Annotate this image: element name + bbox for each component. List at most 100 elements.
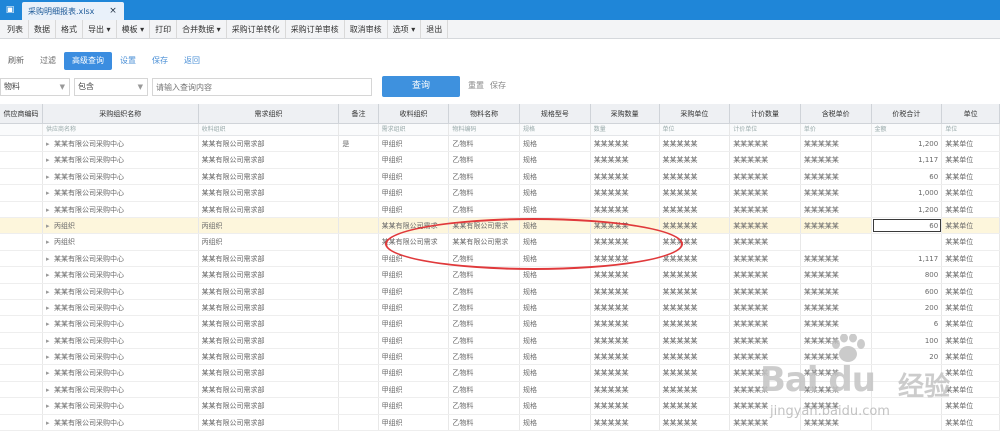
table-cell[interactable]: ▸ 某某有限公司采购中心 (43, 267, 199, 283)
table-cell[interactable]: 某某单位 (942, 152, 1000, 168)
table-cell[interactable]: 是 (339, 136, 379, 152)
table-cell[interactable]: 乙物料 (449, 398, 521, 414)
table-cell[interactable]: 某某某某某 (730, 365, 801, 381)
table-cell[interactable]: 某某某某某 (730, 250, 801, 267)
table-cell[interactable] (872, 365, 943, 381)
table-row[interactable]: ▸ 某某有限公司采购中心 某某有限公司需求部 甲组织 乙物料 规格 某某某某某 某某某某某 某某… (0, 267, 1000, 284)
table-cell[interactable]: 某某某某某 (801, 136, 872, 152)
table-cell[interactable] (339, 217, 379, 234)
table-cell[interactable]: 某某某某某 (660, 283, 731, 299)
table-cell[interactable] (872, 414, 943, 431)
toolbar-button[interactable]: 刷新 (0, 52, 32, 70)
table-cell[interactable] (339, 414, 379, 431)
table-cell[interactable] (872, 398, 943, 414)
table-cell[interactable]: 某某某某某 (591, 283, 660, 299)
table-cell[interactable]: 某某某某某 (730, 185, 801, 201)
table-cell[interactable]: 规格 (520, 201, 591, 217)
table-cell[interactable]: 某某某某某 (660, 250, 731, 267)
table-cell[interactable]: 某某有限公司需求部 (199, 201, 340, 217)
table-cell[interactable] (0, 349, 43, 365)
table-cell[interactable] (339, 349, 379, 365)
table-cell[interactable] (339, 365, 379, 381)
column-header[interactable]: 需求组织 (199, 104, 340, 123)
table-cell[interactable] (339, 332, 379, 349)
table-cell[interactable]: 某某某某某 (801, 381, 872, 398)
triangle-right-icon[interactable]: ▸ (46, 267, 54, 282)
menu-item[interactable]: 合并数据 ▾ (177, 19, 227, 39)
table-cell[interactable]: 乙物料 (449, 349, 521, 365)
table-cell[interactable] (872, 381, 943, 398)
table-cell[interactable]: 某某单位 (942, 398, 1000, 414)
table-cell[interactable]: ▸ 某某有限公司采购中心 (43, 185, 199, 201)
table-cell[interactable]: 某某单位 (942, 349, 1000, 365)
menu-item[interactable]: 导出 ▾ (83, 19, 117, 39)
menu-item[interactable]: 列表 (2, 19, 29, 39)
column-header[interactable]: 采购组织名称 (43, 104, 199, 123)
table-cell[interactable]: 某某某某某 (660, 185, 731, 201)
table-cell[interactable]: ▸ 丙组织 (43, 217, 199, 234)
table-cell[interactable]: 丙组织 (199, 234, 340, 250)
table-cell[interactable]: 规格 (520, 414, 591, 431)
table-cell[interactable] (0, 316, 43, 332)
triangle-right-icon[interactable]: ▸ (46, 185, 54, 200)
operator-select[interactable]: 包含 ▼ (74, 78, 148, 96)
table-cell[interactable] (339, 316, 379, 332)
table-cell[interactable]: 某某单位 (942, 168, 1000, 185)
table-cell[interactable]: 规格 (520, 316, 591, 332)
table-row[interactable]: ▸ 某某有限公司采购中心 某某有限公司需求部 甲组织 乙物料 规格 某某某某某 某某某某某 某某… (0, 152, 1000, 169)
table-cell[interactable]: 1,000 (872, 185, 943, 201)
table-cell[interactable]: 某某某某某 (801, 201, 872, 217)
table-cell[interactable] (339, 398, 379, 414)
table-cell[interactable]: 某某某某某 (660, 332, 731, 349)
table-cell[interactable]: 某某某某某 (660, 299, 731, 316)
table-cell[interactable]: 甲组织 (379, 332, 450, 349)
table-cell[interactable]: 某某某某某 (730, 398, 801, 414)
table-cell[interactable]: 某某有限公司需求 (379, 217, 450, 234)
table-cell[interactable]: 20 (872, 349, 943, 365)
table-row[interactable]: ▸ 某某有限公司采购中心 某某有限公司需求部 甲组织 乙物料 规格 某某某某某 某某某某某 某某… (0, 316, 1000, 333)
table-cell[interactable]: 某某有限公司需求部 (199, 185, 340, 201)
table-cell[interactable]: 某某某某某 (660, 381, 731, 398)
table-cell[interactable]: 某某某某某 (730, 267, 801, 283)
system-menu-icon[interactable]: ▣ (0, 2, 20, 18)
table-cell[interactable]: 某某某某某 (660, 267, 731, 283)
document-tab[interactable]: 采购明细报表.xlsx × (22, 2, 124, 20)
triangle-right-icon[interactable]: ▸ (46, 284, 54, 299)
menu-item[interactable]: 打印 (150, 19, 178, 39)
table-cell[interactable]: 规格 (520, 217, 591, 234)
toolbar-button[interactable]: 保存 (144, 52, 176, 70)
toolbar-button[interactable]: 高级查询 (64, 52, 112, 70)
triangle-right-icon[interactable]: ▸ (46, 398, 54, 413)
table-cell[interactable] (339, 168, 379, 185)
table-cell[interactable]: 某某某某某 (801, 316, 872, 332)
triangle-right-icon[interactable]: ▸ (46, 251, 54, 266)
table-cell[interactable]: 丙组织 (199, 217, 340, 234)
table-cell[interactable]: 某某单位 (942, 316, 1000, 332)
table-cell[interactable]: 1,117 (872, 250, 943, 267)
table-cell[interactable] (0, 250, 43, 267)
table-cell[interactable]: 乙物料 (449, 381, 521, 398)
table-cell[interactable]: 某某某某某 (660, 349, 731, 365)
table-cell[interactable]: 规格 (520, 168, 591, 185)
table-cell[interactable]: 规格 (520, 250, 591, 267)
table-cell[interactable] (0, 414, 43, 431)
table-cell[interactable]: 乙物料 (449, 168, 521, 185)
table-cell[interactable]: ▸ 某某有限公司采购中心 (43, 136, 199, 152)
table-cell[interactable]: 某某某某某 (730, 332, 801, 349)
table-cell[interactable]: 乙物料 (449, 365, 521, 381)
menu-item[interactable]: 取消审核 (345, 19, 388, 39)
triangle-right-icon[interactable]: ▸ (46, 349, 54, 364)
column-header[interactable]: 采购数量 (591, 104, 660, 123)
table-cell[interactable]: 某某单位 (942, 283, 1000, 299)
table-cell[interactable]: 甲组织 (379, 299, 450, 316)
table-cell[interactable] (339, 267, 379, 283)
table-row[interactable]: ▸ 某某有限公司采购中心 某某有限公司需求部 甲组织 乙物料 规格 某某某某某 某某某某某 某某… (0, 398, 1000, 415)
table-cell[interactable]: ▸ 某某有限公司采购中心 (43, 299, 199, 316)
table-cell[interactable]: 乙物料 (449, 283, 521, 299)
table-cell[interactable]: 某某某某某 (801, 299, 872, 316)
triangle-right-icon[interactable]: ▸ (46, 300, 54, 315)
menu-item[interactable]: 格式 (56, 19, 83, 39)
table-cell[interactable]: 某某某某某 (660, 365, 731, 381)
table-cell[interactable]: 某某某某某 (591, 349, 660, 365)
table-cell[interactable]: 某某某某某 (591, 250, 660, 267)
